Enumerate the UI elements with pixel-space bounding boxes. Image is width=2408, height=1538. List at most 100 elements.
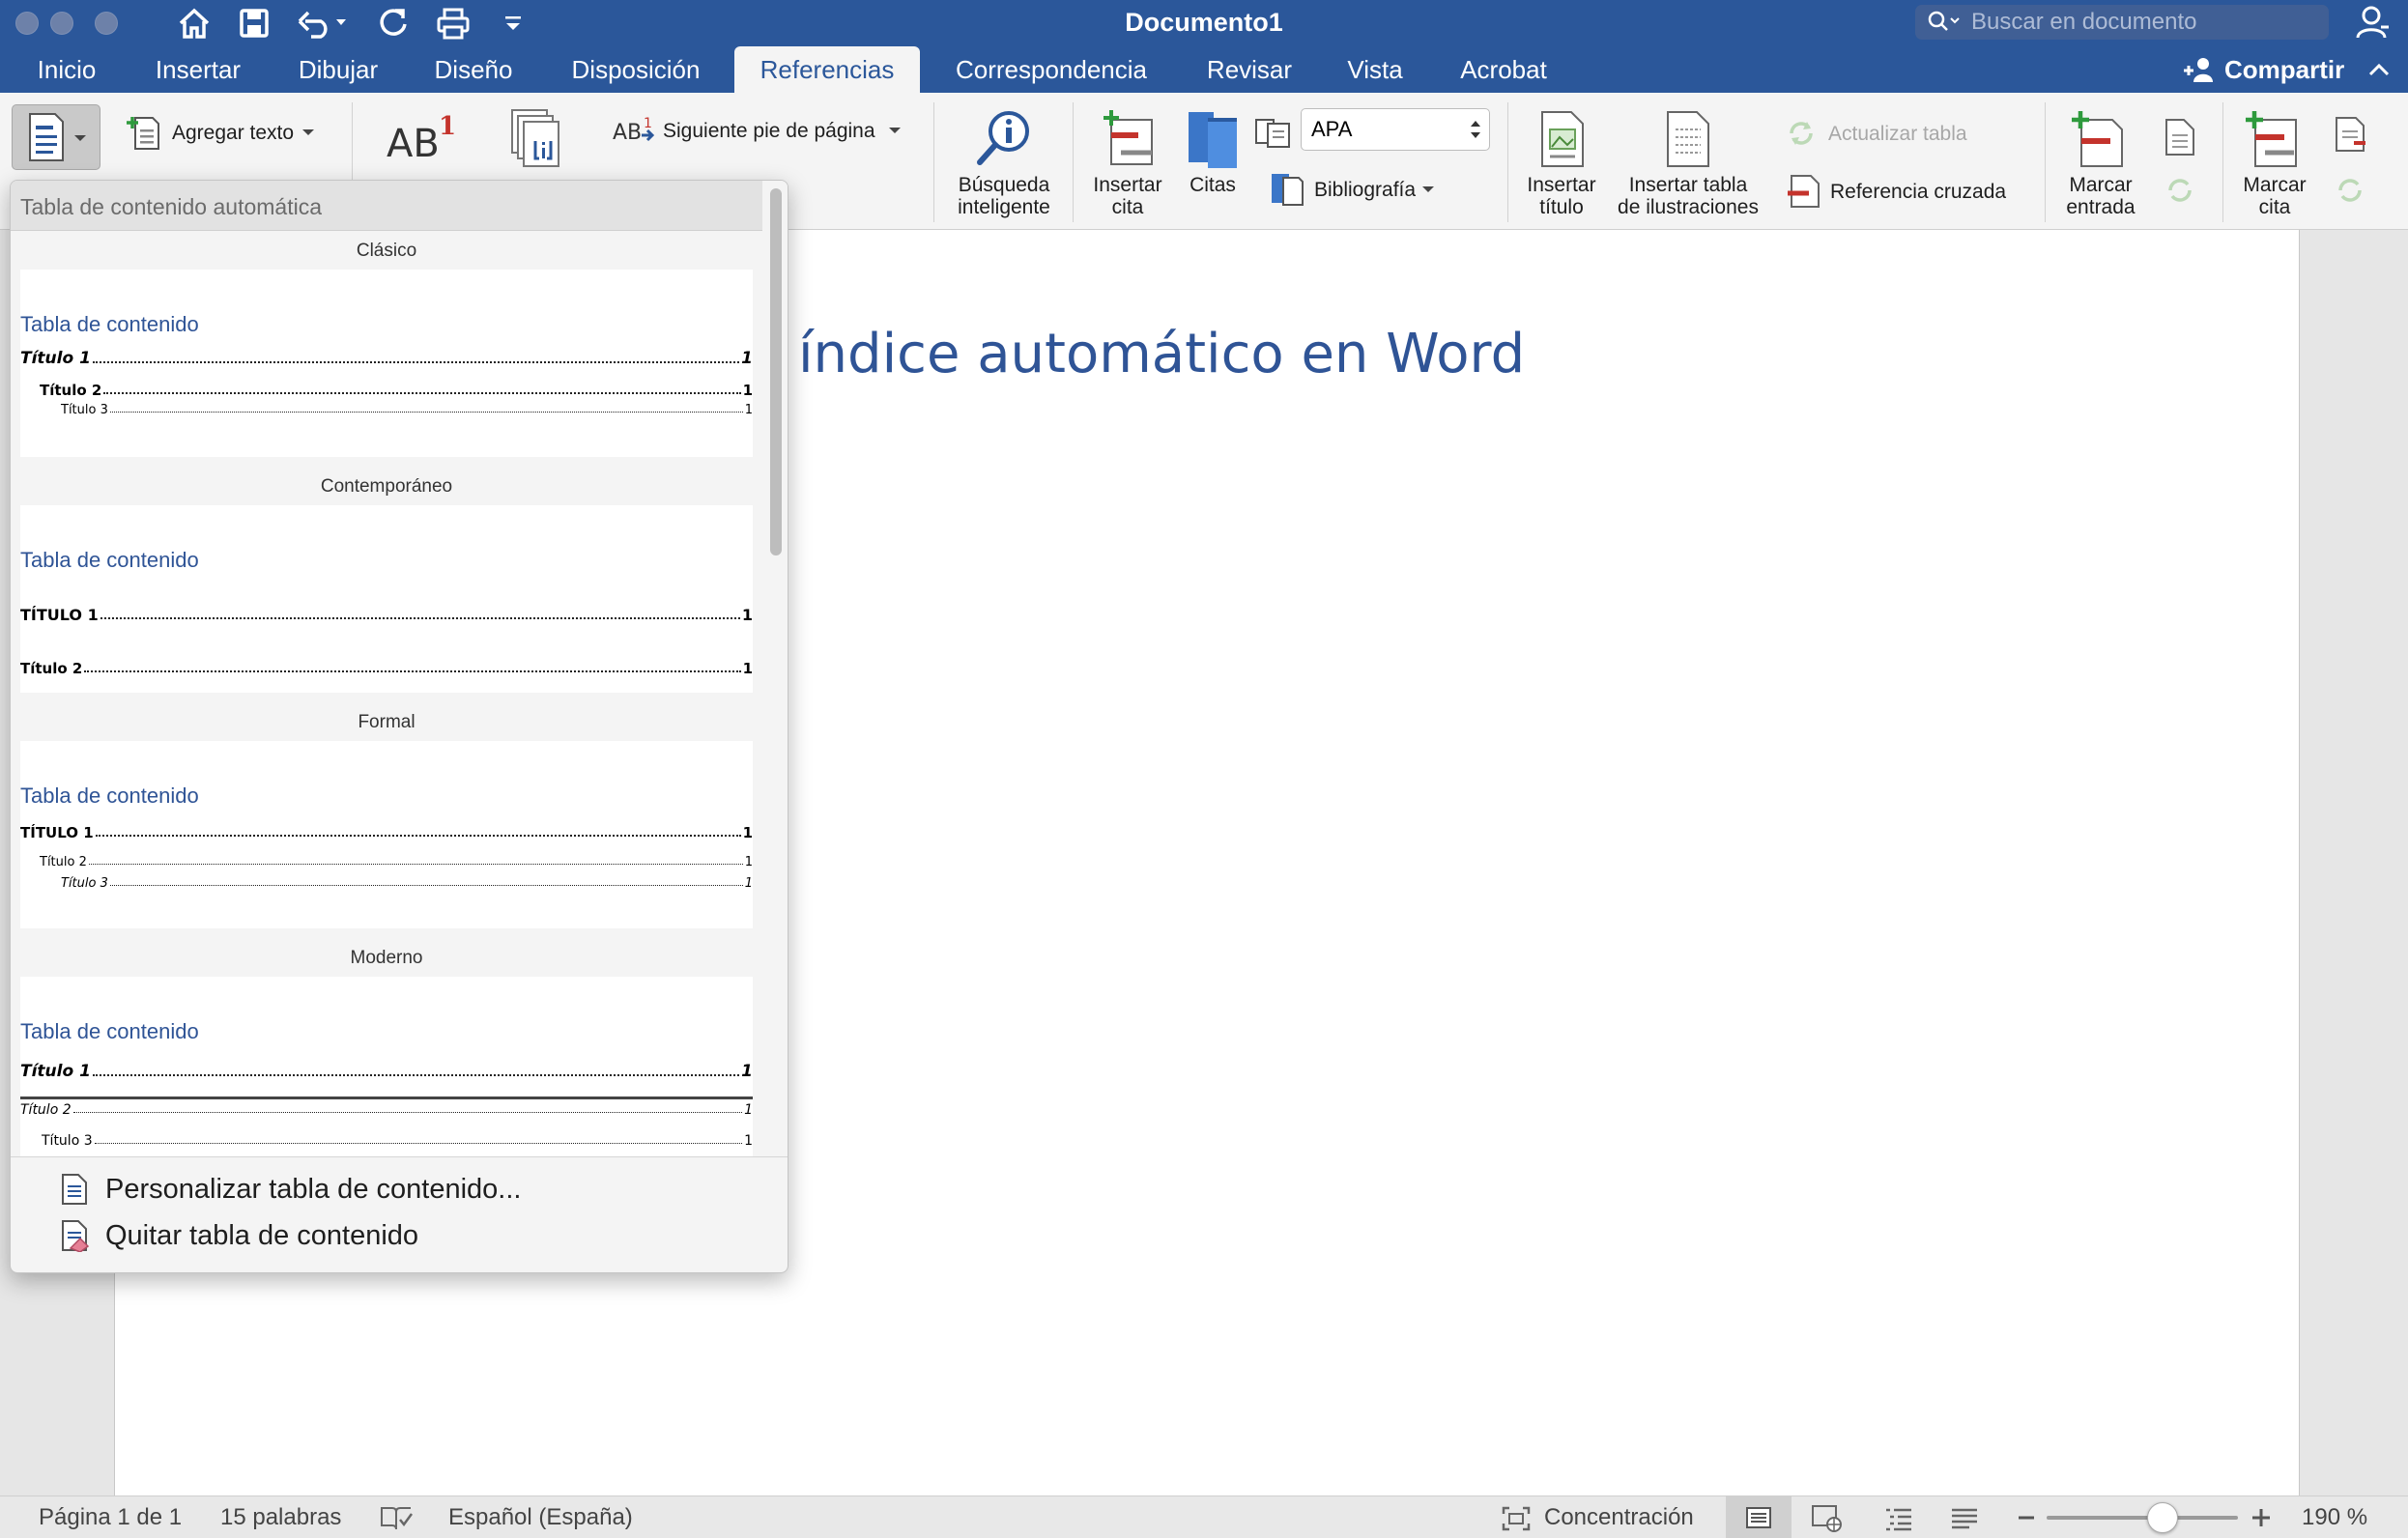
stepper-arrows-icon [1471,121,1480,138]
remove-toc-item[interactable]: Quitar tabla de contenido [59,1219,418,1252]
mark-citation-button[interactable]: Marcar cita [2228,108,2321,226]
zoom-slider-thumb[interactable] [2147,1502,2178,1533]
smart-lookup-button[interactable]: Búsqueda inteligente [945,108,1063,226]
zoom-level[interactable]: 190 % [2302,1504,2367,1531]
insert-endnote-button[interactable] [508,108,570,175]
print-layout-view-button[interactable] [1726,1496,1792,1538]
toc-preview-heading: Tabla de contenido [20,548,199,572]
add-text-icon [127,117,159,150]
toc-preview-line: Título 11 [20,349,753,368]
collapse-ribbon-icon[interactable] [2367,61,2391,78]
insert-table-of-figures-button[interactable]: Insertar tabla de ilustraciones [1608,108,1768,226]
custom-toc-icon [62,1174,87,1205]
ribbon-separator [933,102,934,222]
next-footnote-icon: AB 1 [613,116,655,145]
toc-style-moderno[interactable]: Tabla de contenido Título 11 Título 21 T… [20,977,753,1156]
toc-preview-heading: Tabla de contenido [20,783,199,808]
citations-button[interactable]: Citas [1181,108,1245,205]
zoom-out-icon[interactable] [2016,1508,2037,1527]
scrollbar-thumb[interactable] [770,188,782,555]
document-heading[interactable]: índice automático en Word [798,323,1525,385]
toc-style-clasico[interactable]: Tabla de contenido Título 11 Título 21 T… [20,270,753,457]
add-text-label: Agregar texto [172,121,295,144]
zoom-in-icon[interactable] [2250,1506,2273,1529]
language-indicator[interactable]: Español (España) [448,1504,633,1531]
insert-citation-label-1: Insertar [1093,174,1162,196]
outline-view-icon[interactable] [1884,1506,1913,1531]
next-footnote-button[interactable]: AB 1 Siguiente pie de página [613,114,906,147]
table-of-contents-icon [29,113,86,161]
zoom-slider[interactable] [2047,1516,2238,1520]
ribbon-separator [1507,102,1508,222]
tab-insertar[interactable]: Insertar [135,46,261,93]
insert-table-of-authorities-icon[interactable] [2333,116,2369,159]
share-button[interactable]: Compartir [2182,50,2391,89]
svg-text:1: 1 [644,116,652,131]
page-count[interactable]: Página 1 de 1 [39,1504,182,1531]
toc-button[interactable] [12,104,100,170]
web-layout-icon[interactable] [1811,1504,1844,1533]
toc-menu-scrollbar[interactable] [762,181,788,1156]
toc-preview-line: Título 21 [20,660,753,677]
update-table-of-authorities-icon[interactable] [2331,174,2369,212]
mark-entry-label-2: entrada [2066,196,2136,218]
title-bar: Documento1 Buscar en documento Inicio In… [0,0,2408,93]
mark-entry-label-1: Marcar [2069,174,2133,196]
insert-caption-label-2: título [1539,196,1584,218]
draft-view-icon[interactable] [1950,1506,1979,1531]
citation-style-value: APA [1311,117,1353,141]
refresh-icon [1790,122,1813,145]
tab-inicio[interactable]: Inicio [17,46,116,93]
proofing-icon[interactable] [379,1504,414,1531]
manage-sources-icon[interactable] [1254,116,1293,154]
add-text-button[interactable]: Agregar texto [124,112,317,153]
toc-preview-heading: Tabla de contenido [20,312,199,336]
add-person-icon [2184,58,2213,82]
toc-dropdown-menu: Tabla de contenido automática Clásico Ta… [10,180,788,1273]
smart-lookup-icon [977,111,1029,165]
tab-dibujar[interactable]: Dibujar [280,46,396,93]
status-bar: Página 1 de 1 15 palabras Español (Españ… [0,1495,2408,1538]
next-footnote-label: Siguiente pie de página [663,119,875,142]
focus-icon[interactable] [1502,1506,1531,1531]
update-index-icon[interactable] [2161,174,2199,212]
tab-diseno[interactable]: Diseño [416,46,531,93]
focus-mode-button[interactable]: Concentración [1544,1504,1694,1531]
insert-caption-icon [1541,111,1584,167]
toc-style-contemporaneo[interactable]: Tabla de contenido TÍTULO 11 Título 21 [20,505,753,693]
endnote-icon [511,109,559,167]
citations-label: Citas [1190,174,1236,196]
account-icon[interactable] [2356,6,2391,43]
insert-footnote-button[interactable]: AB 1 [385,110,456,168]
remove-toc-icon [62,1220,90,1252]
smart-lookup-label-2: inteligente [958,196,1050,218]
insert-citation-button[interactable]: Insertar cita [1080,108,1175,226]
mark-citation-icon [2246,111,2297,167]
toc-preview-heading: Tabla de contenido [20,1019,199,1043]
toc-style-formal[interactable]: Tabla de contenido TÍTULO 11 Título 21 T… [20,741,753,928]
tab-referencias[interactable]: Referencias [734,46,920,93]
word-count[interactable]: 15 palabras [220,1504,341,1531]
toc-preview-line: Título 31 [42,1133,753,1149]
insert-citation-icon [1104,110,1153,165]
mark-entry-icon [2072,111,2123,167]
remove-toc-label: Quitar tabla de contenido [105,1219,419,1251]
tab-acrobat[interactable]: Acrobat [1440,46,1567,93]
insert-table-of-figures-label-2: de ilustraciones [1618,196,1759,218]
bibliography-button[interactable]: Bibliografía [1268,170,1437,209]
citation-style-select[interactable]: APA [1301,108,1490,151]
update-table-button[interactable]: Actualizar tabla [1782,118,1967,149]
tab-disposicion[interactable]: Disposición [551,46,721,93]
tab-revisar[interactable]: Revisar [1189,46,1310,93]
toc-preview-line: Título 21 [20,1102,753,1118]
cross-reference-button[interactable]: Referencia cruzada [1786,174,2006,209]
tab-correspondencia[interactable]: Correspondencia [937,46,1165,93]
mark-entry-button[interactable]: Marcar entrada [2052,108,2149,226]
search-input[interactable]: Buscar en documento [1915,5,2329,40]
insert-index-icon[interactable] [2163,118,2197,161]
tab-vista[interactable]: Vista [1330,46,1420,93]
search-placeholder: Buscar en documento [1971,9,2197,35]
ribbon-separator [2045,102,2046,222]
insert-caption-button[interactable]: Insertar título [1513,108,1610,226]
customize-toc-item[interactable]: Personalizar tabla de contenido... [59,1173,521,1206]
